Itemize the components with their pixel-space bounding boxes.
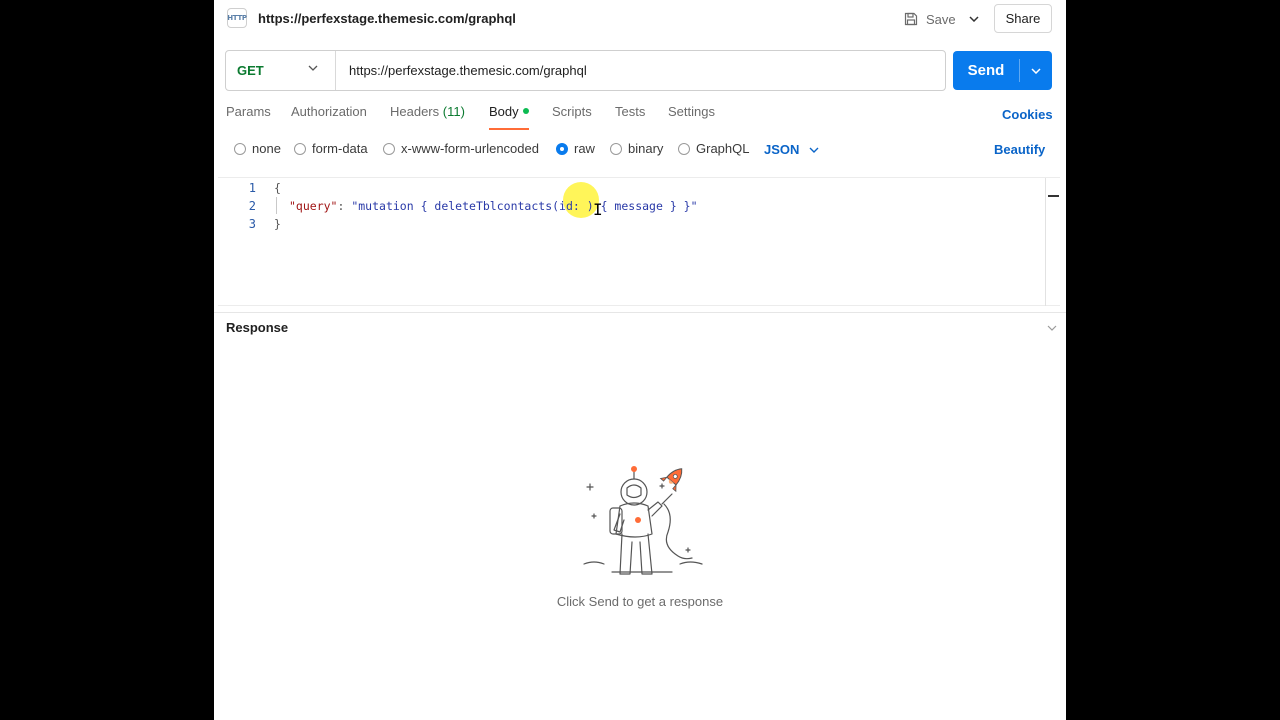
tab-params[interactable]: Params bbox=[226, 104, 271, 130]
body-option-graphql[interactable]: GraphQL bbox=[678, 141, 749, 156]
share-button[interactable]: Share bbox=[994, 4, 1052, 33]
tab-authorization[interactable]: Authorization bbox=[291, 104, 367, 130]
radio-icon bbox=[610, 142, 622, 155]
save-icon bbox=[904, 12, 918, 26]
option-label: form-data bbox=[312, 141, 368, 156]
code-line-1: { bbox=[274, 181, 281, 195]
body-editor[interactable]: 1 2 3 { "query": "mutation { deleteTblco… bbox=[218, 177, 1060, 306]
http-request-icon: HTTP bbox=[227, 8, 247, 28]
option-label: raw bbox=[574, 141, 595, 156]
body-option-form-data[interactable]: form-data bbox=[294, 141, 368, 156]
line-number: 1 bbox=[248, 181, 256, 195]
json-string-value: "mutation { deleteTblcontacts(id: ) { me… bbox=[351, 199, 698, 213]
body-option-raw[interactable]: raw bbox=[556, 141, 595, 156]
save-label: Save bbox=[926, 11, 956, 27]
cookies-link[interactable]: Cookies bbox=[1002, 107, 1053, 122]
tab-label: Authorization bbox=[291, 104, 367, 119]
section-divider bbox=[214, 312, 1066, 313]
option-label: none bbox=[252, 141, 281, 156]
option-label: GraphQL bbox=[696, 141, 750, 156]
text-cursor-icon: I bbox=[593, 200, 603, 219]
body-option-binary[interactable]: binary bbox=[610, 141, 663, 156]
tab-settings[interactable]: Settings bbox=[668, 104, 715, 130]
chevron-down-icon bbox=[809, 147, 819, 153]
tab-label: Tests bbox=[615, 104, 646, 119]
option-label: binary bbox=[628, 141, 664, 156]
request-bar: GET bbox=[225, 50, 946, 91]
code-line-3: } bbox=[274, 217, 281, 231]
option-label: x-www-form-urlencoded bbox=[401, 141, 539, 156]
editor-scrollbar[interactable] bbox=[1045, 178, 1060, 306]
headers-count: (11) bbox=[442, 104, 465, 119]
empty-response-message: Click Send to get a response bbox=[556, 594, 724, 609]
collapse-chevron-icon[interactable] bbox=[1045, 321, 1059, 335]
json-colon: : bbox=[337, 199, 352, 213]
save-options-button[interactable] bbox=[966, 11, 982, 27]
beautify-button[interactable]: Beautify bbox=[994, 142, 1045, 157]
tab-scripts[interactable]: Scripts bbox=[552, 104, 592, 130]
json-key: "query" bbox=[289, 199, 338, 213]
body-option-none[interactable]: none bbox=[234, 141, 281, 156]
astronaut-illustration-icon bbox=[583, 466, 703, 575]
tab-label: Body bbox=[489, 104, 519, 119]
line-number: 3 bbox=[248, 217, 256, 231]
radio-icon bbox=[678, 142, 690, 155]
tab-tests[interactable]: Tests bbox=[615, 104, 645, 130]
request-title: https://perfexstage.themesic.com/graphql bbox=[258, 11, 516, 26]
tab-body[interactable]: Body bbox=[489, 104, 529, 130]
raw-language-select[interactable]: JSON bbox=[764, 142, 819, 157]
chevron-down-icon bbox=[1031, 67, 1041, 74]
body-option-urlencoded[interactable]: x-www-form-urlencoded bbox=[383, 141, 539, 156]
indent-guide bbox=[276, 197, 277, 214]
radio-icon bbox=[294, 142, 306, 155]
tab-label: Headers bbox=[390, 104, 440, 119]
tab-headers[interactable]: Headers (11) bbox=[390, 104, 465, 130]
body-status-dot bbox=[522, 108, 529, 114]
radio-selected-icon bbox=[556, 142, 568, 155]
radio-icon bbox=[234, 142, 246, 155]
send-button[interactable]: Send bbox=[953, 51, 1052, 90]
code-line-2: "query": "mutation { deleteTblcontacts(i… bbox=[289, 199, 698, 213]
chevron-down-icon bbox=[969, 16, 979, 22]
top-bar: HTTP https://perfexstage.themesic.com/gr… bbox=[214, 0, 1066, 38]
tab-label: Settings bbox=[668, 104, 715, 119]
method-select[interactable]: GET bbox=[226, 51, 336, 90]
url-input[interactable] bbox=[337, 51, 937, 90]
save-button[interactable]: Save bbox=[904, 9, 956, 29]
radio-icon bbox=[383, 142, 395, 155]
postman-app: HTTP https://perfexstage.themesic.com/gr… bbox=[214, 0, 1066, 720]
send-options-button[interactable] bbox=[1020, 51, 1052, 90]
line-number: 2 bbox=[248, 199, 256, 213]
send-label: Send bbox=[967, 62, 1005, 79]
chevron-down-icon bbox=[308, 65, 318, 71]
scrollbar-thumb[interactable] bbox=[1048, 195, 1059, 197]
tab-label: Params bbox=[226, 104, 271, 119]
language-label: JSON bbox=[764, 142, 800, 157]
method-label: GET bbox=[237, 63, 264, 78]
tab-label: Scripts bbox=[552, 104, 592, 119]
response-title: Response bbox=[226, 320, 289, 335]
